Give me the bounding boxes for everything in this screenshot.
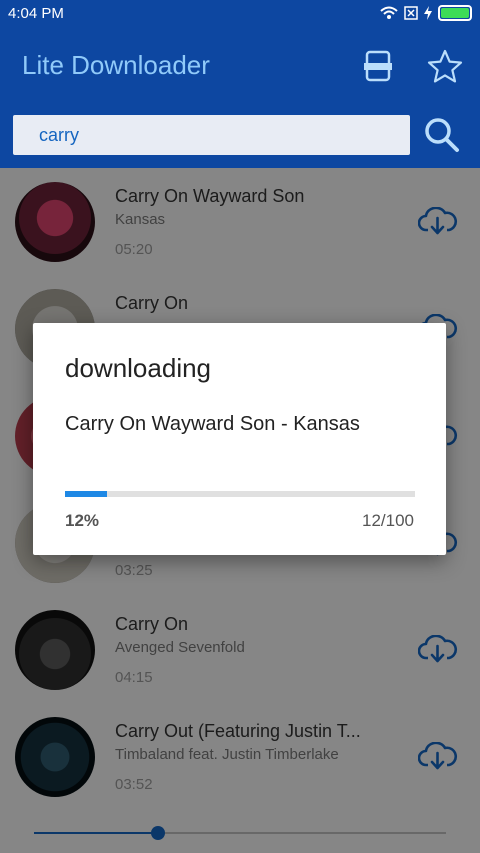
charging-icon bbox=[424, 6, 432, 20]
search-button[interactable] bbox=[420, 113, 464, 157]
search-input[interactable] bbox=[13, 115, 410, 155]
wifi-icon bbox=[380, 6, 398, 19]
storage-button[interactable] bbox=[358, 46, 398, 86]
dialog-title: downloading bbox=[65, 353, 212, 383]
app-title: Lite Downloader bbox=[22, 50, 210, 80]
download-dialog: downloading Carry On Wayward Son - Kansa… bbox=[33, 323, 446, 555]
status-time: 4:04 PM bbox=[8, 5, 64, 22]
battery-icon bbox=[438, 5, 472, 21]
storage-icon bbox=[364, 50, 392, 82]
star-icon bbox=[427, 49, 463, 83]
dialog-message: Carry On Wayward Son - Kansas bbox=[65, 413, 360, 435]
download-progress-fill bbox=[65, 491, 107, 497]
progress-percent: 12% bbox=[65, 511, 100, 530]
status-bar: 4:04 PM bbox=[0, 0, 480, 28]
app-bar: Lite Downloader bbox=[0, 28, 480, 105]
favorites-button[interactable] bbox=[425, 46, 465, 86]
search-icon bbox=[425, 118, 459, 152]
sim-icon bbox=[404, 6, 418, 20]
progress-count: 12/100 bbox=[362, 511, 414, 530]
search-bar bbox=[0, 105, 480, 168]
download-progress-bar bbox=[65, 491, 415, 497]
